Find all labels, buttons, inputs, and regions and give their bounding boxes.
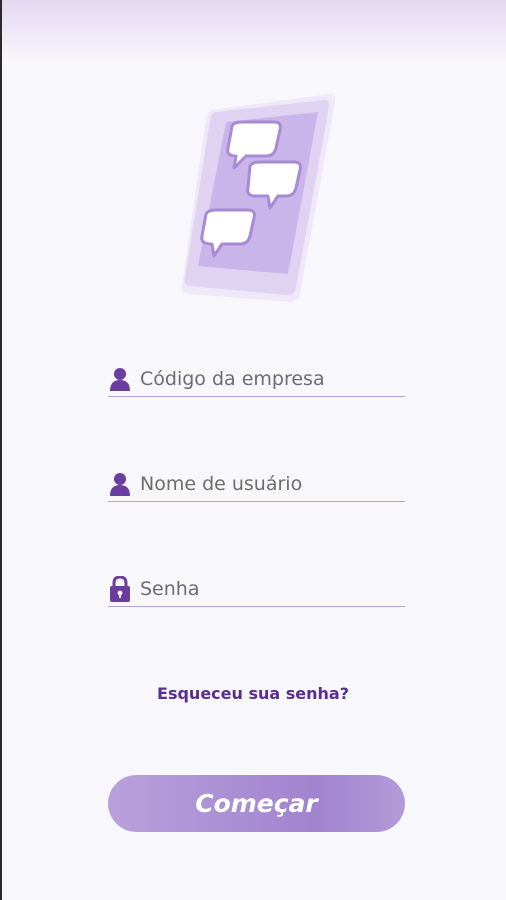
password-input[interactable] [140, 574, 405, 604]
username-input[interactable] [140, 469, 405, 499]
status-bar-area [2, 0, 506, 62]
forgot-password-link[interactable]: Esqueceu sua senha? [0, 684, 506, 703]
username-field[interactable] [108, 467, 405, 502]
phone-chat-illustration [170, 90, 350, 310]
screen-edge [0, 0, 2, 900]
start-button[interactable]: Começar [108, 775, 405, 832]
password-field[interactable] [108, 572, 405, 607]
user-icon [108, 366, 132, 392]
user-icon [108, 471, 132, 497]
company-code-input[interactable] [140, 364, 405, 394]
lock-icon [108, 576, 132, 602]
company-code-field[interactable] [108, 362, 405, 397]
